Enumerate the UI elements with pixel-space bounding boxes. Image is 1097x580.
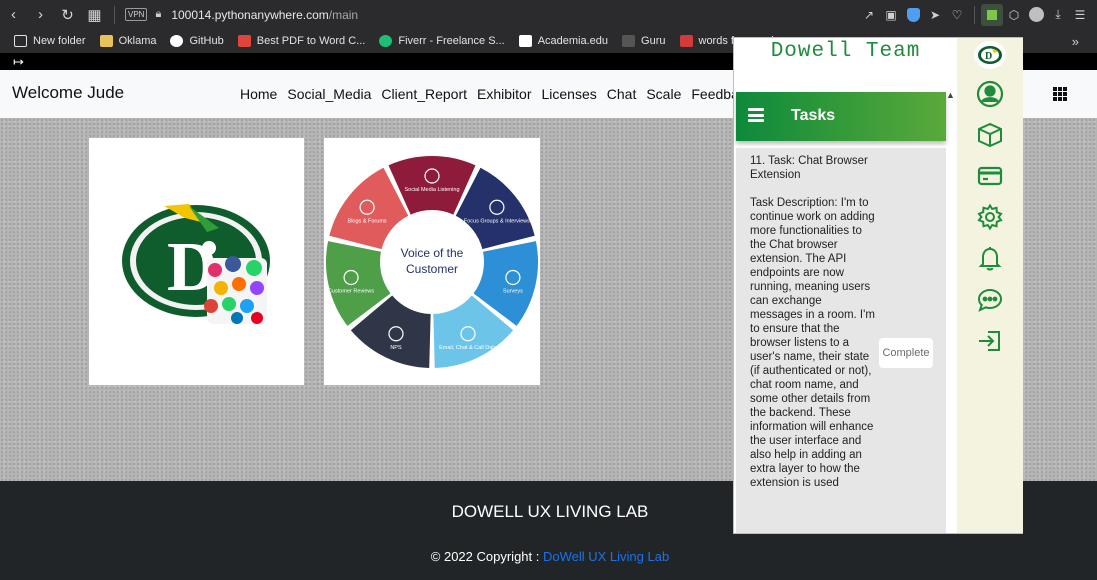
voice-of-customer-card[interactable]: Voice of the Customer Social Media Liste… bbox=[324, 138, 540, 385]
url-path: /main bbox=[328, 7, 359, 22]
popup-title: Dowell Team bbox=[770, 40, 921, 63]
words-icon bbox=[679, 35, 693, 47]
back-icon[interactable]: ‹ bbox=[0, 0, 27, 29]
toolbar-divider bbox=[114, 5, 115, 24]
user-profile-icon[interactable] bbox=[976, 80, 1004, 108]
tabs-grid-icon[interactable]: ▦ bbox=[81, 0, 108, 29]
svg-text:D: D bbox=[985, 51, 992, 62]
toolbar-divider-right bbox=[974, 5, 975, 24]
settings-gear-icon[interactable] bbox=[976, 203, 1004, 231]
folder-icon bbox=[99, 35, 113, 47]
task-content: 11. Task: Chat Browser Extension Task De… bbox=[750, 154, 876, 504]
bookmark-guru[interactable]: Guru bbox=[622, 35, 666, 47]
academia-icon bbox=[518, 35, 532, 47]
voc-center-line-1: Voice of the bbox=[401, 246, 464, 260]
dowell-extension-icon[interactable] bbox=[981, 0, 1003, 29]
copyright-text: © 2022 Copyright : DoWell UX Living Lab bbox=[0, 549, 1097, 564]
voice-of-customer-diagram: Voice of the Customer Social Media Liste… bbox=[326, 156, 538, 368]
camera-icon[interactable]: ▣ bbox=[880, 0, 902, 29]
voc-segment-label: Social Media Listening bbox=[404, 187, 459, 193]
browser-toolbar: ‹ › ↻ ▦ VPN 🔒︎ 100014.pythonanywhere.com… bbox=[0, 0, 1097, 29]
copyright-link[interactable]: DoWell UX Living Lab bbox=[543, 549, 669, 564]
profile-avatar-icon[interactable] bbox=[1025, 0, 1047, 29]
voc-segment-label: Blogs & Forums bbox=[348, 218, 387, 224]
dowell-social-logo: D bbox=[122, 204, 270, 324]
address-bar[interactable]: 100014.pythonanywhere.com/main bbox=[171, 8, 358, 22]
menu-icon[interactable]: ☰ bbox=[1069, 0, 1091, 29]
login-exit-icon[interactable] bbox=[976, 327, 1004, 355]
pdf-icon bbox=[237, 35, 251, 47]
lock-icon[interactable]: 🔒︎ bbox=[155, 8, 161, 21]
dowell-logo-icon[interactable]: D bbox=[974, 41, 1006, 69]
share-icon[interactable]: ↗ bbox=[858, 0, 880, 29]
nav-chat[interactable]: Chat bbox=[607, 86, 637, 102]
complete-button[interactable]: Complete bbox=[879, 338, 933, 368]
voc-segment-label: NPS bbox=[390, 345, 402, 351]
extensions-cube-icon[interactable]: ⬡ bbox=[1003, 0, 1025, 29]
tasks-title: Tasks bbox=[791, 107, 836, 124]
nav-social-media[interactable]: Social_Media bbox=[287, 86, 371, 102]
bookmark-pdf-to-word[interactable]: Best PDF to Word C... bbox=[237, 35, 365, 47]
download-icon[interactable]: ⤓ bbox=[1047, 0, 1069, 29]
hamburger-menu-icon[interactable] bbox=[748, 108, 764, 122]
copyright-prefix: © 2022 Copyright : bbox=[430, 549, 543, 564]
task-description: Task Description: I'm to continue work o… bbox=[750, 197, 875, 489]
package-icon[interactable] bbox=[976, 121, 1004, 149]
github-icon bbox=[170, 35, 184, 47]
chat-bubble-icon[interactable] bbox=[976, 286, 1004, 314]
nav-licenses[interactable]: Licenses bbox=[542, 86, 597, 102]
nav-links: Home Social_Media Client_Report Exhibito… bbox=[240, 86, 753, 102]
bookmark-fiverr[interactable]: Fiverr - Freelance S... bbox=[379, 35, 505, 47]
dowell-social-card[interactable]: D bbox=[89, 138, 304, 385]
extension-sidebar: D bbox=[957, 38, 1023, 533]
credit-card-icon[interactable] bbox=[976, 162, 1004, 190]
voc-segment-label: Focus Groups & Interviews bbox=[464, 218, 530, 224]
bookmark-oklama[interactable]: Oklama bbox=[99, 35, 156, 47]
adblock-shield-icon[interactable] bbox=[902, 0, 924, 29]
nav-scale[interactable]: Scale bbox=[646, 86, 681, 102]
welcome-text: Welcome Jude bbox=[12, 83, 125, 102]
nav-home[interactable]: Home bbox=[240, 86, 277, 102]
browser-window: ‹ › ↻ ▦ VPN 🔒︎ 100014.pythonanywhere.com… bbox=[0, 0, 1097, 580]
fiverr-icon bbox=[379, 35, 393, 47]
tasks-header: Tasks bbox=[736, 92, 946, 141]
task-title: 11. Task: Chat Browser Extension bbox=[750, 155, 868, 181]
guru-icon bbox=[622, 35, 636, 47]
url-host: 100014.pythonanywhere.com bbox=[171, 7, 329, 22]
bookmark-new-folder[interactable]: New folder bbox=[14, 35, 86, 47]
voc-center-line-2: Customer bbox=[406, 262, 458, 276]
folder-icon bbox=[14, 35, 27, 47]
dowell-extension-popup: Dowell Team ▲ Tasks 11. Task: Chat Brows… bbox=[733, 37, 1023, 534]
notification-bell-icon[interactable] bbox=[976, 244, 1004, 272]
send-icon[interactable]: ➤ bbox=[924, 0, 946, 29]
apps-grid-icon[interactable] bbox=[1053, 87, 1067, 101]
voc-segment-label: Customer Reviews bbox=[328, 288, 374, 294]
vpn-badge[interactable]: VPN bbox=[125, 8, 148, 21]
nav-exhibitor[interactable]: Exhibitor bbox=[477, 86, 531, 102]
logout-icon[interactable]: ↦ bbox=[13, 54, 24, 70]
scroll-up-icon[interactable]: ▲ bbox=[946, 90, 955, 100]
task-panel: 11. Task: Chat Browser Extension Task De… bbox=[736, 148, 946, 533]
voc-segment-label: Surveys bbox=[503, 288, 523, 294]
bookmarks-overflow-icon[interactable]: » bbox=[1072, 34, 1079, 49]
toolbar-right: ↗ ▣ ➤ ♡ ⬡ ⤓ ☰ bbox=[858, 0, 1091, 29]
nav-client-report[interactable]: Client_Report bbox=[381, 86, 467, 102]
bookmark-github[interactable]: GitHub bbox=[170, 35, 224, 47]
voc-segment-label: Email, Chat & Call Data bbox=[439, 345, 498, 351]
reload-icon[interactable]: ↻ bbox=[54, 0, 81, 29]
bookmark-academia[interactable]: Academia.edu bbox=[518, 35, 608, 47]
heart-icon[interactable]: ♡ bbox=[946, 0, 968, 29]
forward-icon[interactable]: › bbox=[27, 0, 54, 29]
